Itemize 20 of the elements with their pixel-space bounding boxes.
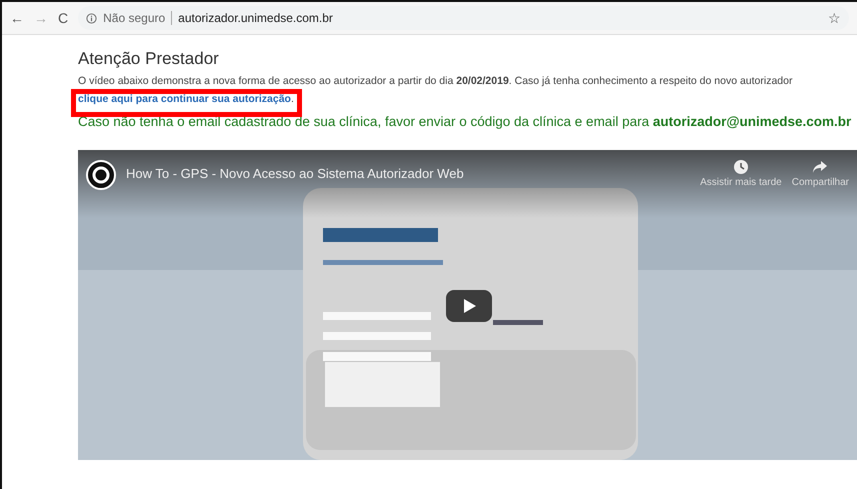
video-player[interactable]: How To - GPS - Novo Acesso ao Sistema Autorizador Web Assistir mais tarde Compartilhar <box>78 150 857 460</box>
share-button[interactable]: Compartilhar <box>792 160 849 188</box>
share-icon <box>812 160 828 174</box>
period-text: . <box>290 93 294 105</box>
info-icon <box>86 12 98 24</box>
play-icon <box>446 290 492 322</box>
page-title: Atenção Prestador <box>78 49 220 69</box>
back-button[interactable]: ← <box>10 10 24 26</box>
intro-text: O vídeo abaixo demonstra a nova forma de acesso ao autorizador a partir do dia 20/02/2019. Caso já tenha conhecimento a respeito do novo autorizador <box>78 75 794 87</box>
continue-link[interactable]: clique aqui para continuar sua autorização <box>78 93 291 105</box>
bookmark-button[interactable]: ☆ <box>828 10 841 26</box>
watch-later-button[interactable]: Assistir mais tarde <box>700 160 782 188</box>
video-title: How To - GPS - Novo Acesso ao Sistema Autorizador Web <box>126 166 465 181</box>
security-label: Não seguro <box>103 11 166 25</box>
channel-logo-icon <box>86 160 116 190</box>
notice-text: Caso não tenha o email cadastrado de sua clínica, favor enviar o código da clínica e email para autorizador@unimedse.com.br <box>78 114 852 129</box>
url-text: autorizador.unimedse.com.br <box>178 11 333 25</box>
reload-button[interactable]: C <box>58 10 68 26</box>
address-bar[interactable]: Não seguro autorizador.unimedse.com.br ☆ <box>78 6 849 30</box>
clock-icon <box>734 160 748 174</box>
